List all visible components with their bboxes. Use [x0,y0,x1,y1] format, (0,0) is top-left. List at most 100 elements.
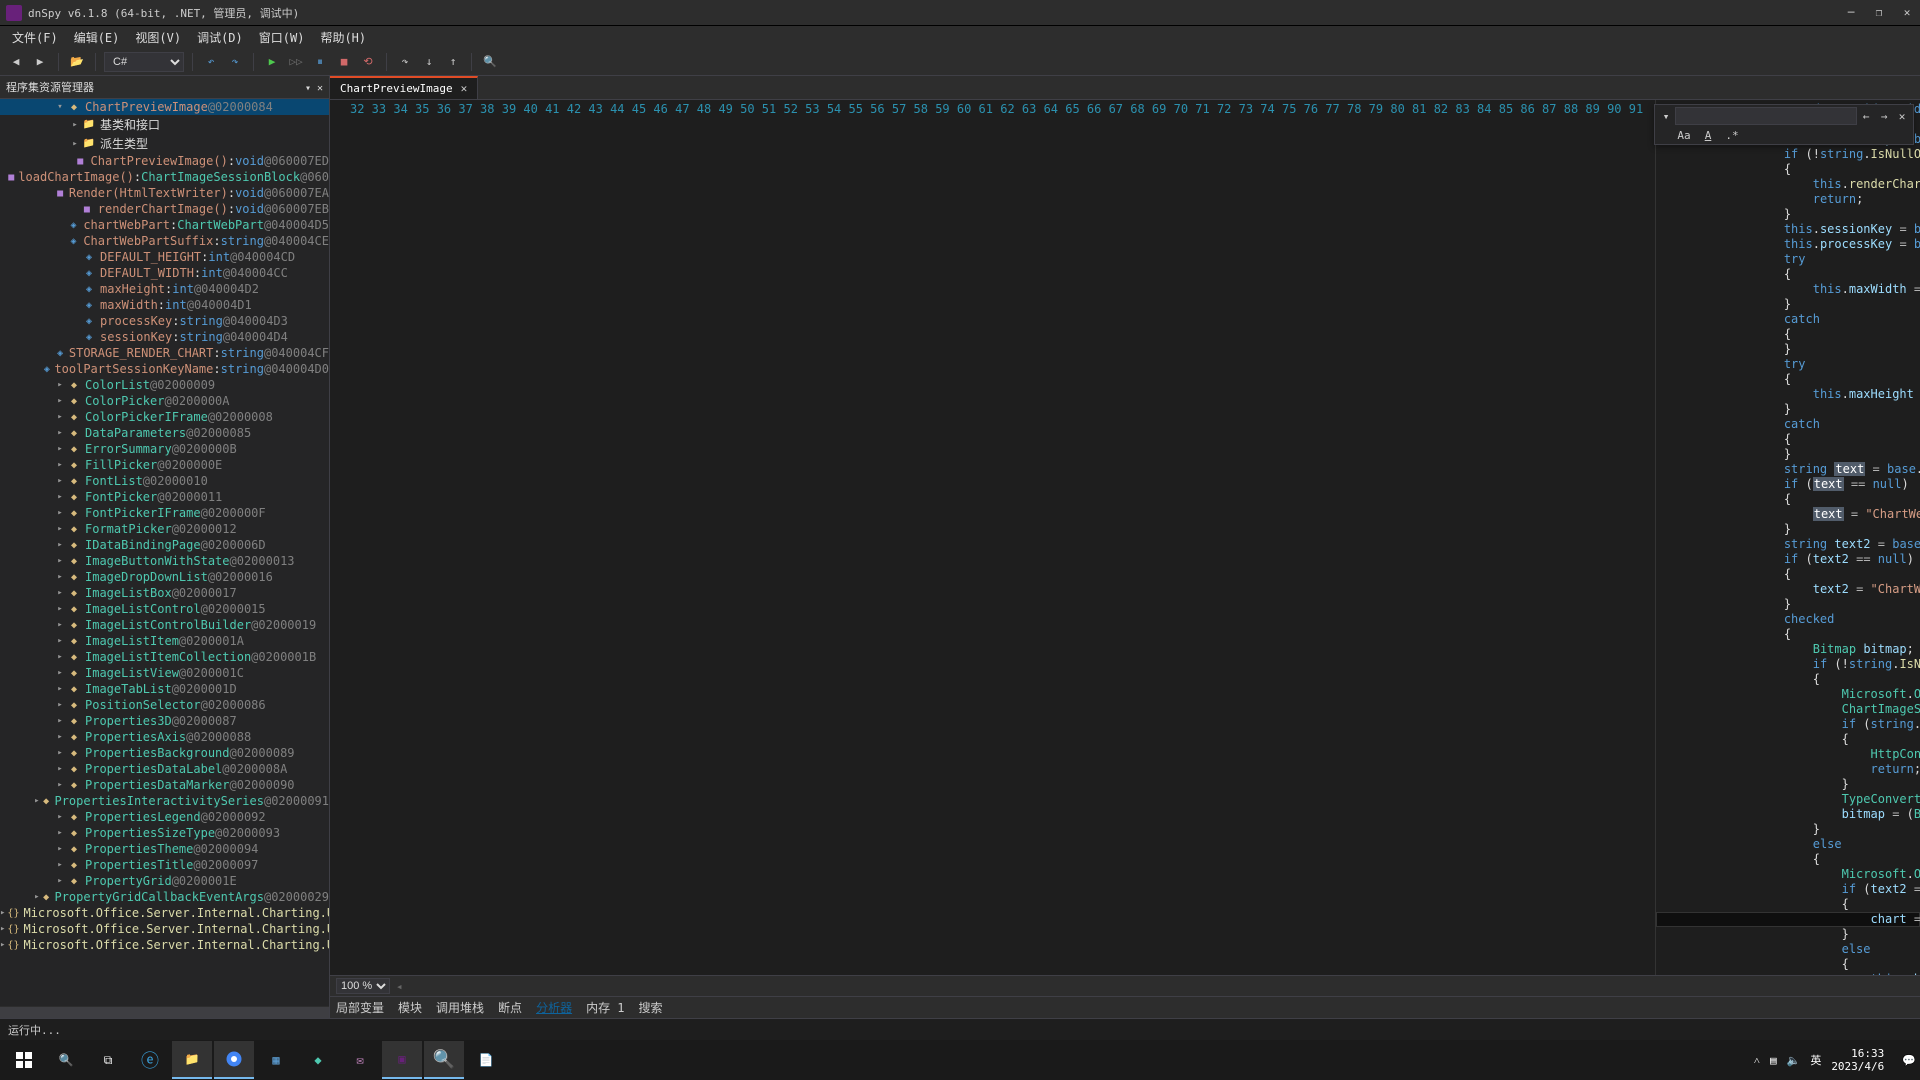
tree-node[interactable]: ◈processKey : string @040004D3 [0,313,329,329]
tree-node[interactable]: ▸{}Microsoft.Office.Server.Internal.Char… [0,905,329,921]
tree-view[interactable]: ▾◆ChartPreviewImage @02000084▸📁基类和接口▸📁派生… [0,99,329,1006]
tree-node[interactable]: ■renderChartImage() : void @060007EB [0,201,329,217]
zoom-combo[interactable]: 100 % [336,978,390,994]
menu-file[interactable]: 文件(F) [4,27,66,48]
redo-icon[interactable]: ↷ [225,52,245,72]
tree-node[interactable]: ◈STORAGE_RENDER_CHART : string @040004CF [0,345,329,361]
tree-node[interactable]: ▸◆ImageListControl @02000015 [0,601,329,617]
maximize-button[interactable]: ❐ [1872,6,1886,19]
ie-icon[interactable]: ⓔ [130,1041,170,1079]
dnspy-icon[interactable]: ▣ [382,1041,422,1079]
tree-node[interactable]: ▸◆ColorPickerIFrame @02000008 [0,409,329,425]
tree-node[interactable]: ▸◆ColorPicker @0200000A [0,393,329,409]
regex-icon[interactable]: .* [1723,129,1741,142]
volume-icon[interactable]: 🔈 [1787,1054,1801,1067]
menu-help[interactable]: 帮助(H) [312,27,374,48]
tree-node[interactable]: ▸◆PropertiesDataLabel @0200008A [0,761,329,777]
system-tray[interactable]: ˄ ▤ 🔈 英 16:33 2023/4/6 💬 [1754,1047,1916,1073]
tree-node[interactable]: ▸◆PropertiesAxis @02000088 [0,729,329,745]
start-button[interactable] [4,1041,44,1079]
tree-node[interactable]: ▸◆PropertiesInteractivitySeries @0200009… [0,793,329,809]
undo-icon[interactable]: ↶ [201,52,221,72]
menu-window[interactable]: 窗口(W) [251,27,313,48]
tree-node[interactable]: ▸◆FontPickerIFrame @0200000F [0,505,329,521]
tree-node[interactable]: ▸◆PositionSelector @02000086 [0,697,329,713]
notification-icon[interactable]: 💬 [1902,1054,1916,1067]
tree-node[interactable]: ◈toolPartSessionKeyName : string @040004… [0,361,329,377]
tree-node[interactable]: ▸◆ImageListItem @0200001A [0,633,329,649]
find-close-icon[interactable]: ✕ [1893,110,1911,123]
continue-icon[interactable]: ▷▷ [286,52,306,72]
tree-node[interactable]: ■ChartPreviewImage() : void @060007ED [0,153,329,169]
bottom-tab[interactable]: 搜索 [639,999,663,1016]
code-editor[interactable]: 32 33 34 35 36 37 38 39 40 41 42 43 44 4… [330,100,1920,975]
tree-node[interactable]: ▸◆Properties3D @02000087 [0,713,329,729]
notepad-icon[interactable]: 📄 [466,1041,506,1079]
tree-node[interactable]: ◈maxHeight : int @040004D2 [0,281,329,297]
match-case-icon[interactable]: Aa [1675,129,1693,142]
step-out-icon[interactable]: ↑ [443,52,463,72]
tree-node[interactable]: ▸◆ImageTabList @0200001D [0,681,329,697]
lang-indicator[interactable]: 英 [1810,1052,1821,1068]
tree-node[interactable]: ▸◆ImageListItemCollection @0200001B [0,649,329,665]
tree-node[interactable]: ▸◆PropertiesBackground @02000089 [0,745,329,761]
tree-node[interactable]: ▸◆IDataBindingPage @0200006D [0,537,329,553]
tree-node[interactable]: ▸📁派生类型 [0,134,329,153]
code-area[interactable]: protected override void Render(HtmlTextW… [1656,100,1920,975]
tree-node[interactable]: ▸◆ImageDropDownList @02000016 [0,569,329,585]
chrome-icon[interactable] [214,1041,254,1079]
tree-node[interactable]: ▸◆FontList @02000010 [0,473,329,489]
panel-dropdown-icon[interactable]: ▾ [305,83,311,94]
tree-node[interactable]: ◈sessionKey : string @040004D4 [0,329,329,345]
find-next-icon[interactable]: → [1875,110,1893,123]
tree-node[interactable]: ▸◆ErrorSummary @0200000B [0,441,329,457]
tree-node[interactable]: ▸◆FontPicker @02000011 [0,489,329,505]
tree-node[interactable]: ◈DEFAULT_WIDTH : int @040004CC [0,265,329,281]
menu-view[interactable]: 视图(V) [127,27,189,48]
bottom-tab[interactable]: 断点 [498,999,522,1016]
bottom-tab[interactable]: 内存 1 [586,999,624,1016]
restart-icon[interactable]: ⟲ [358,52,378,72]
tree-node[interactable]: ▸◆ImageButtonWithState @02000013 [0,553,329,569]
tree-node[interactable]: ▸◆PropertiesSizeType @02000093 [0,825,329,841]
step-into-icon[interactable]: ↓ [419,52,439,72]
find-expand-icon[interactable]: ▾ [1657,110,1675,123]
nav-back-icon[interactable]: ◀ [6,52,26,72]
clock[interactable]: 16:33 2023/4/6 [1831,1047,1884,1073]
tree-node[interactable]: ▸◆ColorList @02000009 [0,377,329,393]
tree-node[interactable]: ▸◆PropertiesTheme @02000094 [0,841,329,857]
network-icon[interactable]: ▤ [1770,1054,1777,1067]
bottom-tab[interactable]: 调用堆栈 [436,999,484,1016]
explorer-icon[interactable]: 📁 [172,1041,212,1079]
tree-node[interactable]: ▸◆PropertiesLegend @02000092 [0,809,329,825]
mail-icon[interactable]: ✉ [340,1041,380,1079]
minimize-button[interactable]: ─ [1844,6,1858,19]
tree-node[interactable]: ▸◆PropertyGrid @0200001E [0,873,329,889]
tab-close-icon[interactable]: ✕ [461,82,468,95]
open-folder-icon[interactable]: 📂 [67,52,87,72]
tree-node[interactable]: ◈maxWidth : int @040004D1 [0,297,329,313]
find-prev-icon[interactable]: ← [1857,110,1875,123]
tree-node[interactable]: ▸◆FillPicker @0200000E [0,457,329,473]
tree-node[interactable]: ▸◆DataParameters @02000085 [0,425,329,441]
app1-icon[interactable]: ▦ [256,1041,296,1079]
bottom-tab[interactable]: 局部变量 [336,999,384,1016]
bottom-tab[interactable]: 分析器 [536,999,572,1016]
tree-node[interactable]: ▾◆ChartPreviewImage @02000084 [0,99,329,115]
tab-chartpreviewimage[interactable]: ChartPreviewImage ✕ [330,76,478,99]
sidebar-scrollbar[interactable] [0,1006,329,1018]
whole-word-icon[interactable]: A [1699,129,1717,142]
run-icon[interactable]: ▶ [262,52,282,72]
tree-node[interactable]: ▸◆ImageListControlBuilder @02000019 [0,617,329,633]
tree-node[interactable]: ◈DEFAULT_HEIGHT : int @040004CD [0,249,329,265]
tree-node[interactable]: ▸◆ImageListView @0200001C [0,665,329,681]
language-combo[interactable]: C# [104,52,184,72]
close-button[interactable]: ✕ [1900,6,1914,19]
taskview-icon[interactable]: ⧉ [88,1041,128,1079]
find-input[interactable] [1675,107,1857,125]
tree-node[interactable]: ▸{}Microsoft.Office.Server.Internal.Char… [0,937,329,953]
nav-forward-icon[interactable]: ▶ [30,52,50,72]
tree-node[interactable]: ▸{}Microsoft.Office.Server.Internal.Char… [0,921,329,937]
everything-icon[interactable]: 🔍 [424,1041,464,1079]
app2-icon[interactable]: ◆ [298,1041,338,1079]
